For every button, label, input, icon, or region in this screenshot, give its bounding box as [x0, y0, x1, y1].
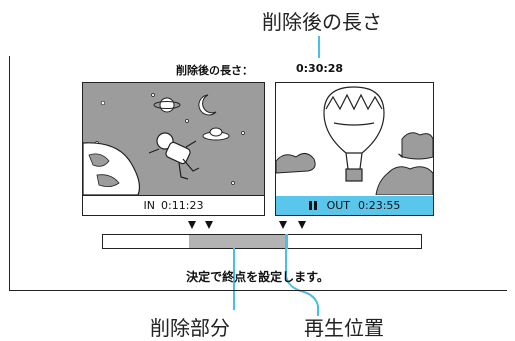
deleted-section-segment — [189, 235, 286, 248]
cloud-left — [276, 153, 316, 174]
bottom-divider — [9, 290, 507, 291]
in-label: IN — [143, 199, 156, 212]
callout-remaining-length: 削除後の長さ — [262, 10, 382, 34]
callout-playback-position: 再生位置 — [304, 316, 384, 340]
left-divider — [9, 56, 10, 290]
in-marker-left — [188, 221, 196, 229]
remaining-length-value: 0:30:28 — [296, 62, 344, 75]
callout-deleted-section: 削除部分 — [150, 316, 230, 340]
out-point-frame: OUT 0:23:55 — [275, 82, 434, 216]
in-point-caption: IN 0:11:23 — [83, 195, 264, 215]
in-point-frame: IN 0:11:23 — [82, 82, 265, 216]
out-point-caption: OUT 0:23:55 — [276, 196, 433, 215]
in-marker-right — [205, 221, 213, 229]
cloud-right — [398, 132, 433, 160]
in-frame-thumbnail — [83, 83, 264, 195]
timeline-bar[interactable] — [102, 234, 422, 249]
out-frame-thumbnail — [276, 83, 433, 195]
out-marker-left — [279, 221, 287, 229]
remaining-length-label: 削除後の長さ： — [176, 64, 253, 77]
out-label: OUT — [326, 199, 351, 212]
pause-icon — [308, 201, 317, 210]
out-time: 0:23:55 — [358, 199, 401, 212]
callout-leader-remaining — [318, 36, 320, 58]
out-marker-right — [298, 221, 306, 229]
in-time: 0:11:23 — [161, 199, 204, 212]
instruction-text: 決定で終点を設定します。 — [186, 270, 329, 284]
